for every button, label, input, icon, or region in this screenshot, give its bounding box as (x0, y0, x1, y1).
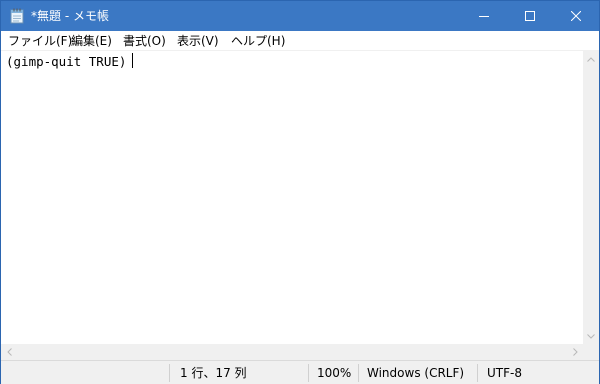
status-bar: 1 行、17 列 100% Windows (CRLF) UTF-8 (1, 360, 599, 384)
zoom-level: 100% (317, 366, 352, 380)
scrollbar-corner (583, 344, 599, 360)
menu-help[interactable]: ヘルプ(H) (231, 33, 285, 49)
status-separator (169, 364, 170, 382)
editor-content[interactable]: (gimp-quit TRUE) (6, 53, 126, 70)
horizontal-scrollbar[interactable] (1, 344, 583, 360)
close-icon (571, 11, 581, 21)
menu-file[interactable]: ファイル(F) (8, 33, 72, 49)
chevron-down-icon (587, 333, 595, 339)
menu-format[interactable]: 書式(O) (123, 33, 166, 49)
scroll-left-button[interactable] (1, 344, 17, 360)
maximize-icon (525, 11, 535, 21)
scroll-down-button[interactable] (583, 328, 599, 344)
menu-bar: ファイル(F) 編集(E) 書式(O) 表示(V) ヘルプ(H) (1, 31, 599, 51)
window-title: *無題 - メモ帳 (31, 9, 109, 23)
notepad-icon (10, 8, 24, 24)
menu-edit[interactable]: 編集(E) (71, 33, 112, 49)
chevron-right-icon (572, 348, 578, 356)
scroll-up-button[interactable] (583, 51, 599, 67)
line-ending: Windows (CRLF) (367, 366, 465, 380)
close-button[interactable] (553, 1, 599, 31)
text-caret (132, 53, 133, 68)
chevron-left-icon (6, 348, 12, 356)
status-separator (477, 364, 478, 382)
notepad-window: *無題 - メモ帳 ファイル(F) 編集(E) 書式(O) 表示(V) ヘルプ(… (0, 0, 600, 384)
status-separator (358, 364, 359, 382)
scroll-right-button[interactable] (567, 344, 583, 360)
cursor-position: 1 行、17 列 (180, 366, 247, 380)
maximize-button[interactable] (507, 1, 553, 31)
menu-view[interactable]: 表示(V) (177, 33, 219, 49)
minimize-button[interactable] (461, 1, 507, 31)
vertical-scrollbar[interactable] (583, 51, 599, 344)
text-editor[interactable]: (gimp-quit TRUE) (1, 51, 583, 344)
chevron-up-icon (587, 56, 595, 62)
text-encoding: UTF-8 (487, 366, 522, 380)
minimize-icon (479, 16, 489, 17)
status-separator (308, 364, 309, 382)
title-bar[interactable]: *無題 - メモ帳 (1, 1, 599, 31)
